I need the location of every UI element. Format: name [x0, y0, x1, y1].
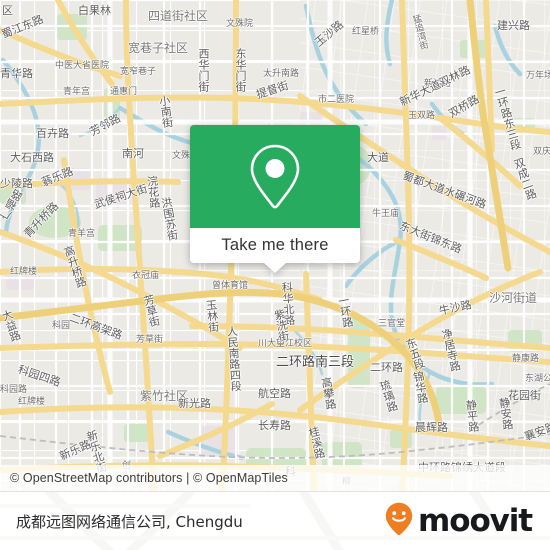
callout-action-panel[interactable]: Take me there — [190, 228, 360, 273]
map-pin-icon — [247, 142, 303, 212]
callout-pointer — [264, 263, 286, 273]
footer-bar: 成都远图网络通信公司, Chengdu moovit — [0, 491, 550, 550]
moovit-logo[interactable]: moovit — [385, 502, 533, 541]
map-viewport[interactable]: 白果林区四道街社区 文殊院 红星桥 猛追湾街 建兴路 蜀江东路 宽巷子社区 西华门街 东华门街玉… — [0, 0, 550, 491]
map-attribution-bar: © OpenStreetMap contributors | © OpenMap… — [0, 465, 550, 491]
callout-icon-panel — [190, 125, 360, 228]
take-me-there-callout[interactable]: Take me there — [190, 125, 360, 273]
attribution-text[interactable]: © OpenStreetMap contributors | © OpenMap… — [10, 471, 288, 485]
moovit-map-screenshot: 白果林区四道街社区 文殊院 红星桥 猛追湾街 建兴路 蜀江东路 宽巷子社区 西华门街 东华门街玉… — [0, 0, 550, 550]
place-title: 成都远图网络通信公司, Chengdu — [16, 512, 243, 531]
moovit-smiley-pin-icon — [385, 502, 413, 541]
take-me-there-label: Take me there — [221, 236, 329, 254]
moovit-wordmark: moovit — [418, 502, 533, 539]
